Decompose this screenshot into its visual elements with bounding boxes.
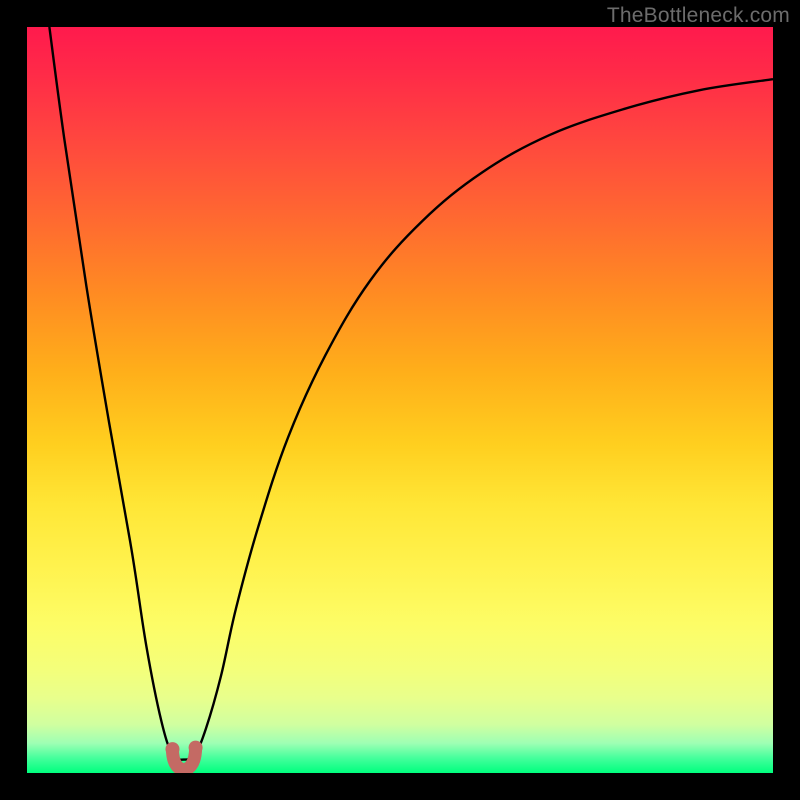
bottleneck-curve-path: [49, 27, 773, 760]
chart-frame: TheBottleneck.com: [0, 0, 800, 800]
optimal-marker: [165, 741, 202, 770]
plot-area: [27, 27, 773, 773]
watermark-text: TheBottleneck.com: [607, 4, 790, 28]
bottleneck-curve-svg: [27, 27, 773, 773]
